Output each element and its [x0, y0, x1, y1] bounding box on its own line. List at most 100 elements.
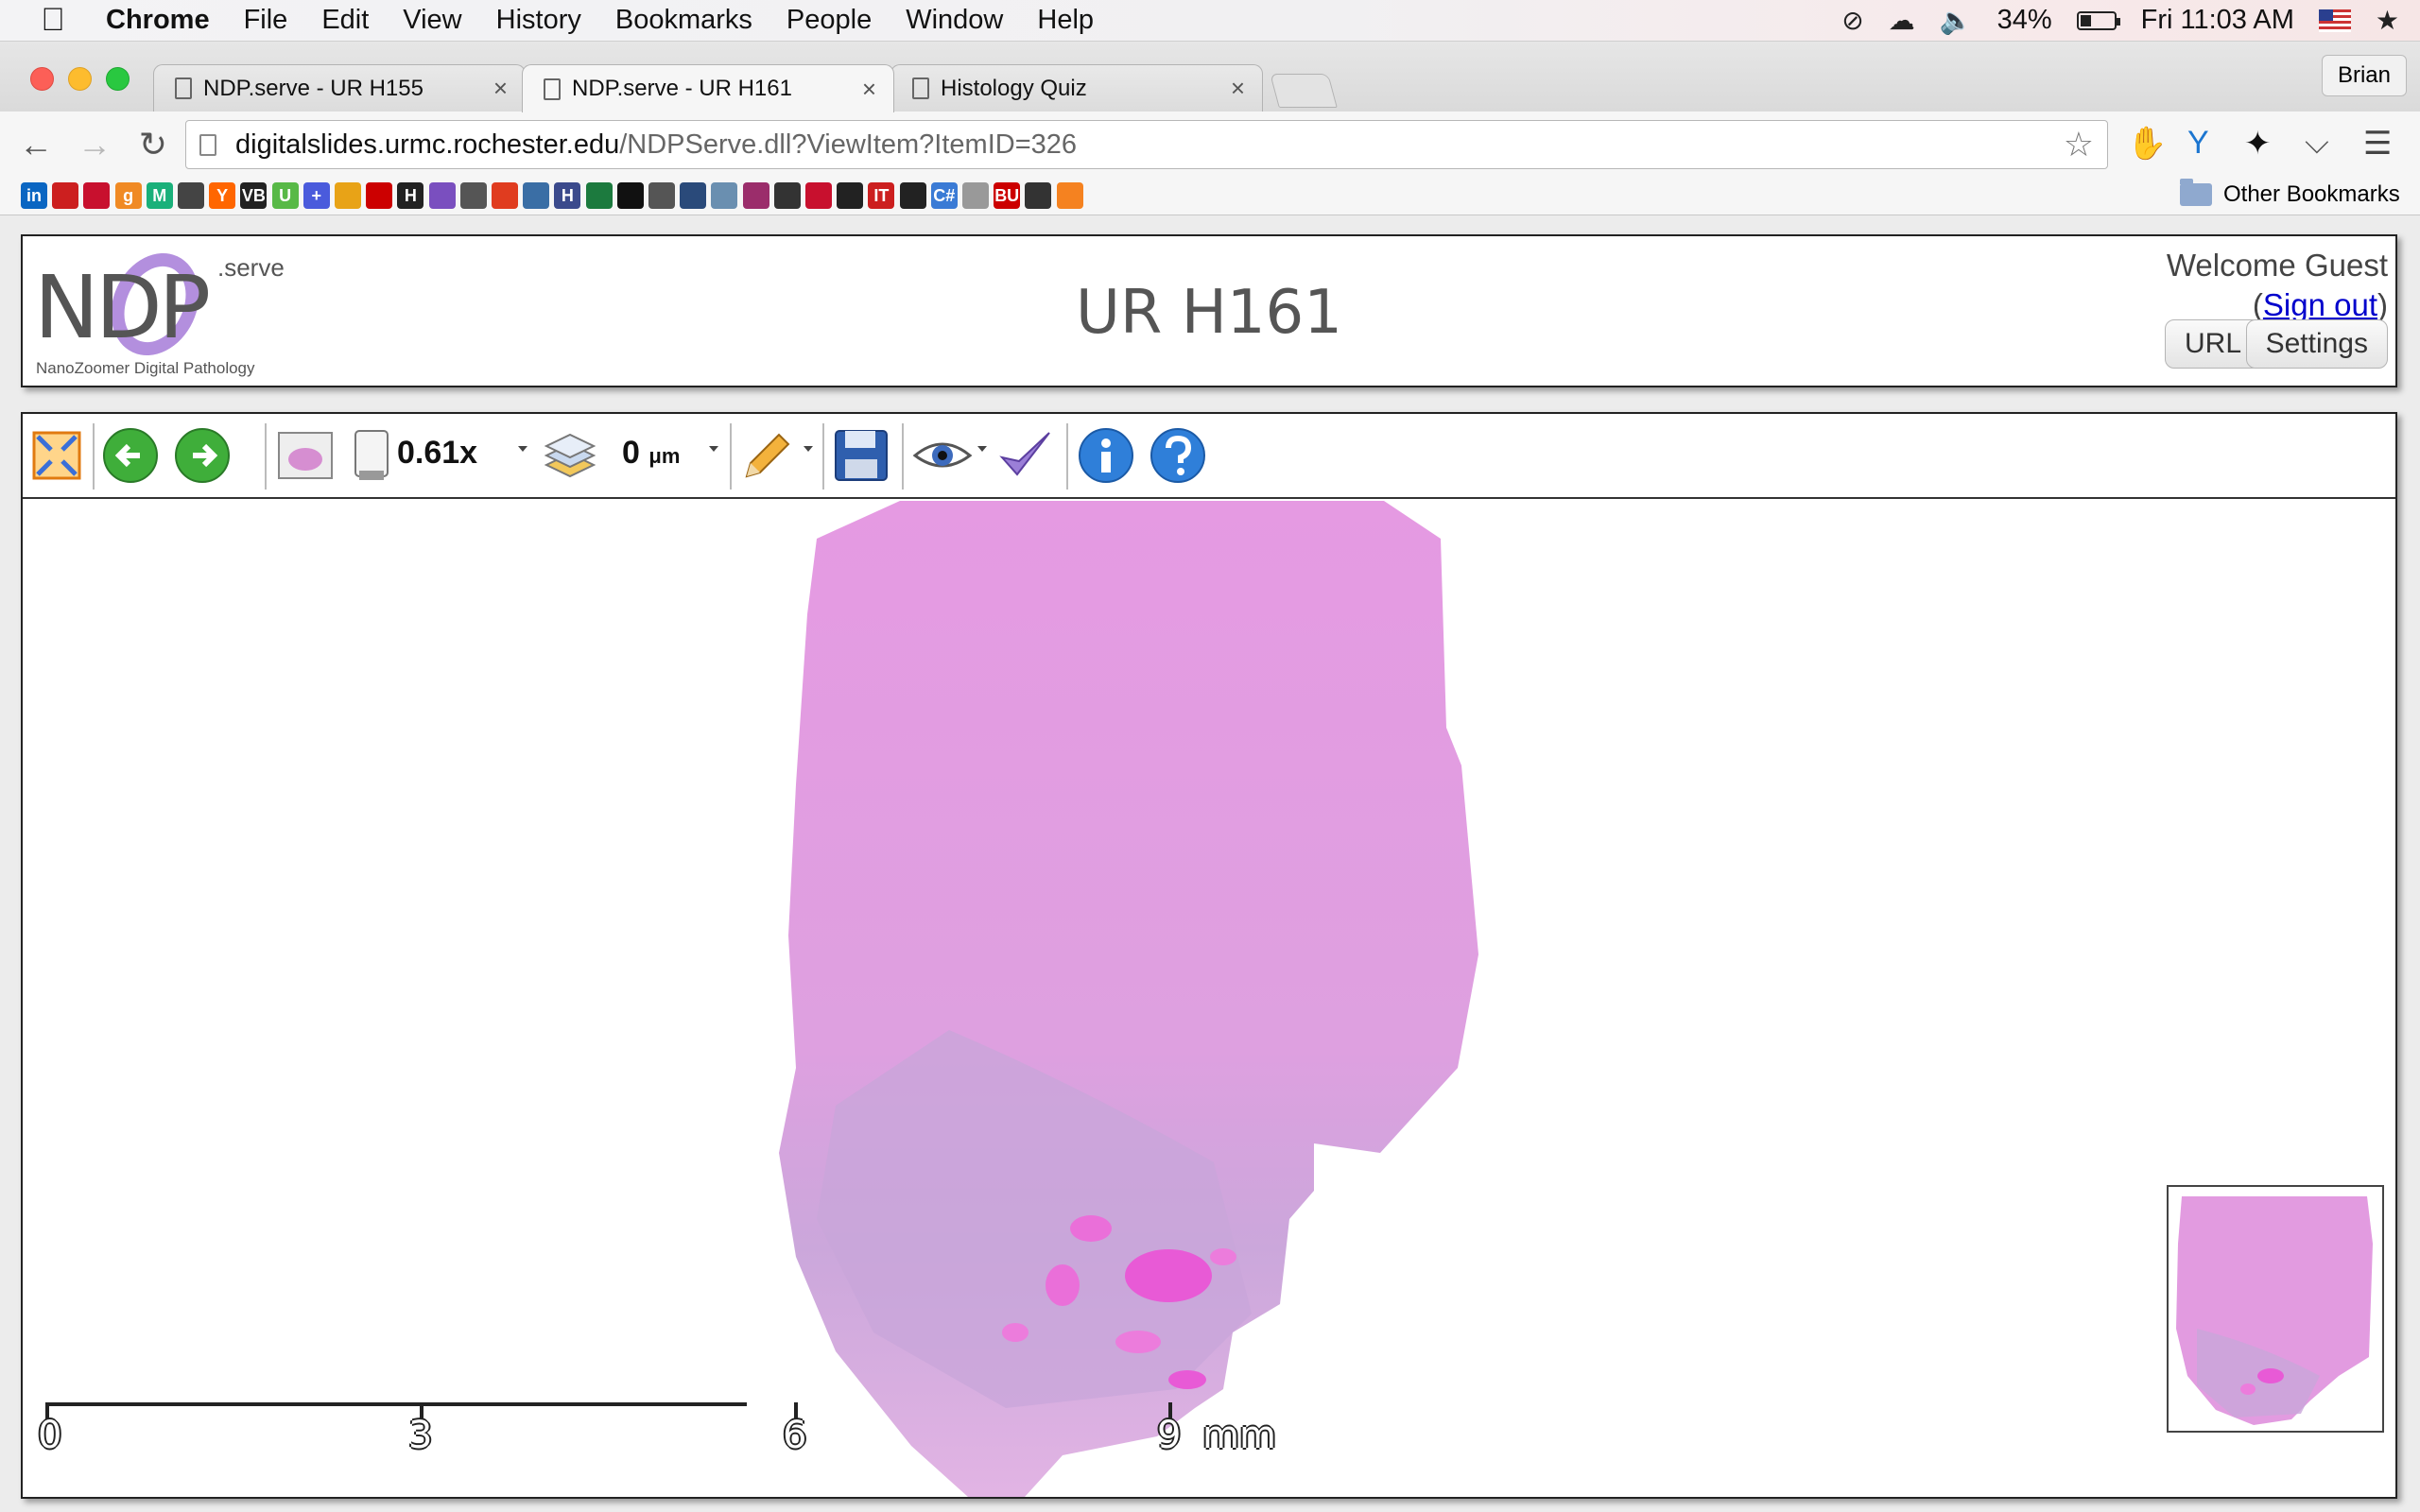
y-extension-icon[interactable]: Y [2187, 125, 2209, 162]
bookmark-red-icon[interactable] [52, 182, 79, 209]
new-tab-button[interactable] [1270, 74, 1338, 108]
bars-icon[interactable] [805, 182, 832, 209]
sign-out-link[interactable]: Sign out [2263, 287, 2377, 322]
hexagon-icon[interactable] [1056, 182, 1083, 209]
toolbar-separator [822, 423, 824, 490]
tab-histology-quiz[interactable]: Histology Quiz × [890, 64, 1263, 112]
focus-depth[interactable]: 0 μm [622, 435, 680, 472]
next-view-icon[interactable] [174, 427, 231, 484]
zoom-level[interactable]: 0.61x [397, 435, 477, 472]
dots-icon[interactable] [428, 182, 456, 209]
menu-people[interactable]: People [769, 5, 889, 36]
other-bookmarks[interactable]: Other Bookmarks [2180, 179, 2400, 208]
pocket-icon[interactable]: ⌵ [2305, 125, 2329, 162]
tab-close-icon[interactable]: × [862, 75, 876, 104]
z-stack-layers-icon[interactable] [541, 427, 599, 484]
help-icon[interactable] [1150, 427, 1206, 484]
tab-close-icon[interactable]: × [493, 74, 508, 103]
save-floppy-icon[interactable] [832, 427, 890, 484]
menu-window[interactable]: Window [889, 5, 1020, 36]
molecule-icon[interactable] [711, 182, 738, 209]
adblock-hand-icon[interactable]: ✋ [2127, 125, 2167, 163]
apple-menu-icon[interactable]:  [0, 2, 106, 39]
annotate-dropdown-arrow-icon[interactable] [804, 446, 813, 452]
csharp-icon[interactable]: C# [930, 182, 958, 209]
signout-paren-open: ( [2252, 287, 2263, 322]
stripes-icon[interactable] [648, 182, 675, 209]
chart-icon[interactable] [585, 182, 613, 209]
slide-overview-icon[interactable] [276, 427, 335, 484]
vb-icon[interactable]: VB [240, 182, 268, 209]
menu-bookmarks[interactable]: Bookmarks [598, 5, 769, 36]
hacker-news-icon[interactable]: Y [209, 182, 236, 209]
feather-icon[interactable] [742, 182, 769, 209]
page-icon[interactable] [962, 182, 989, 209]
grid-icon[interactable] [366, 182, 393, 209]
menu-app-chrome[interactable]: Chrome [106, 5, 227, 36]
menu-help[interactable]: Help [1020, 5, 1111, 36]
bank-icon[interactable] [83, 182, 111, 209]
tab-ndp-h155[interactable]: NDP.serve - UR H155 × [153, 64, 526, 112]
menu-view[interactable]: View [386, 5, 478, 36]
previous-view-icon[interactable] [102, 427, 159, 484]
octopus-icon[interactable] [680, 182, 707, 209]
tab-ndp-h161[interactable]: NDP.serve - UR H161 × [522, 64, 894, 112]
volume-icon[interactable]: 🔈 [1940, 5, 1973, 36]
pinwheel-icon[interactable] [335, 182, 361, 209]
h-icon[interactable]: H [554, 182, 581, 209]
zoom-dropdown-arrow-icon[interactable] [518, 446, 527, 452]
fit-to-screen-icon[interactable] [28, 427, 85, 484]
goodreads-icon[interactable]: g [114, 182, 142, 209]
app-icon[interactable] [459, 182, 487, 209]
window-close-button[interactable] [30, 67, 54, 91]
brush-icon[interactable] [773, 182, 801, 209]
battery-icon[interactable] [2076, 10, 2120, 30]
bookmark-star-icon[interactable]: ☆ [2064, 125, 2094, 164]
menu-history[interactable]: History [479, 5, 598, 36]
chrome-menu-icon[interactable]: ☰ [2363, 125, 2392, 163]
plus-icon[interactable]: + [302, 182, 330, 209]
window-minimize-button[interactable] [68, 67, 92, 91]
checkmark-icon[interactable] [996, 427, 1055, 484]
m-icon[interactable]: M [146, 182, 173, 209]
do-not-disturb-icon[interactable]: ⊘ [1841, 5, 1863, 36]
bow-icon[interactable] [616, 182, 644, 209]
reload-icon[interactable]: ↻ [130, 125, 176, 164]
menubar-clock[interactable]: Fri 11:03 AM [2141, 5, 2294, 36]
input-source-flag-icon[interactable] [2318, 9, 2351, 32]
bu-icon[interactable]: BU [994, 182, 1021, 209]
linkedin-icon[interactable]: in [21, 182, 47, 209]
menu-edit[interactable]: Edit [304, 5, 386, 36]
u-icon[interactable]: U [271, 182, 299, 209]
github-icon[interactable] [899, 182, 926, 209]
cloud-sync-icon[interactable]: ☁ [1889, 5, 1915, 36]
window-zoom-button[interactable] [106, 67, 130, 91]
tab-close-icon[interactable]: × [1231, 74, 1245, 103]
profile-button[interactable]: Brian [2321, 55, 2407, 96]
cross-icon[interactable] [1025, 182, 1052, 209]
hx-icon[interactable]: H [397, 182, 424, 209]
bird-extension-icon[interactable]: ✦ [2244, 125, 2272, 163]
forward-arrow-icon[interactable]: → [72, 125, 117, 164]
info-icon[interactable] [1078, 427, 1134, 484]
back-arrow-icon[interactable]: ← [13, 125, 59, 164]
notification-star-icon[interactable]: ★ [2376, 5, 2399, 36]
tomato-icon[interactable] [492, 182, 518, 209]
overview-thumbnail[interactable] [2167, 1185, 2384, 1433]
news-icon[interactable] [178, 182, 204, 209]
slide-label-icon[interactable] [350, 427, 393, 484]
annotate-pencil-icon[interactable] [737, 427, 796, 484]
other-bookmarks-label: Other Bookmarks [2223, 181, 2400, 207]
database-icon[interactable] [523, 182, 550, 209]
it-icon[interactable]: IT [868, 182, 895, 209]
settings-button[interactable]: Settings [2245, 319, 2388, 369]
focus-dropdown-arrow-icon[interactable] [709, 446, 718, 452]
address-bar[interactable]: digitalslides.urmc.rochester.edu/NDPServ… [185, 120, 2108, 169]
welcome-text: Welcome Guest [2166, 248, 2388, 283]
book-icon[interactable] [837, 182, 864, 209]
view-eye-icon[interactable] [911, 427, 974, 484]
view-dropdown-arrow-icon[interactable] [977, 446, 987, 452]
scale-label: 9 [1157, 1414, 1182, 1457]
menu-file[interactable]: File [227, 5, 305, 36]
slide-canvas[interactable]: 0 3 6 9 mm [23, 501, 2395, 1497]
